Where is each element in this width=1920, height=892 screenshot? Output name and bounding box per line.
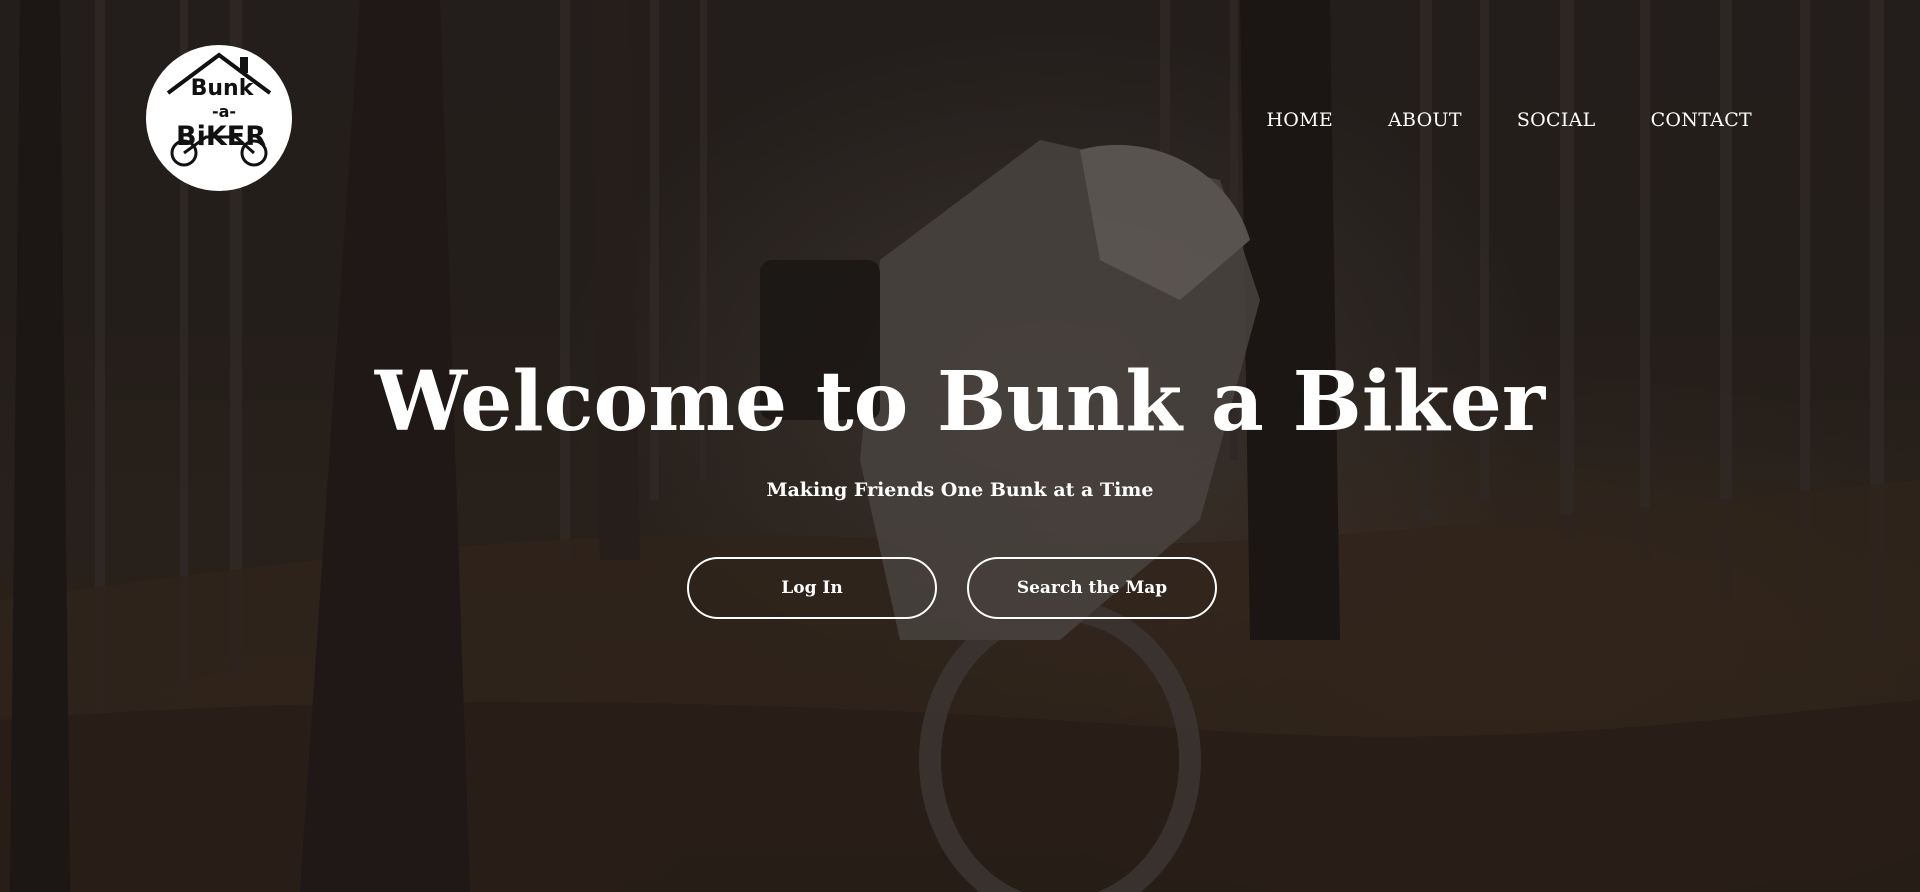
- hero-subtitle: Making Friends One Bunk at a Time: [766, 479, 1154, 501]
- hero-title: Welcome to Bunk a Biker: [374, 354, 1546, 450]
- nav-contact[interactable]: CONTACT: [1651, 107, 1752, 133]
- logo-text-bunk: Bunk: [191, 76, 255, 101]
- bunk-a-biker-logo-icon: Bunk -a- BiKER: [147, 46, 291, 190]
- nav-home[interactable]: HOME: [1266, 107, 1333, 133]
- nav-social[interactable]: SOCIAL: [1517, 107, 1596, 133]
- hero-section: Bunk -a- BiKER HOME ABOUT SOCIAL CONTACT…: [0, 0, 1920, 892]
- main-nav: HOME ABOUT SOCIAL CONTACT: [1266, 107, 1752, 133]
- logo-text-a: -a-: [212, 102, 236, 121]
- nav-about[interactable]: ABOUT: [1388, 107, 1462, 133]
- login-button[interactable]: Log In: [687, 557, 937, 619]
- search-map-button[interactable]: Search the Map: [967, 557, 1217, 619]
- cta-buttons: Log In Search the Map: [0, 557, 1920, 619]
- site-logo[interactable]: Bunk -a- BiKER: [146, 45, 292, 191]
